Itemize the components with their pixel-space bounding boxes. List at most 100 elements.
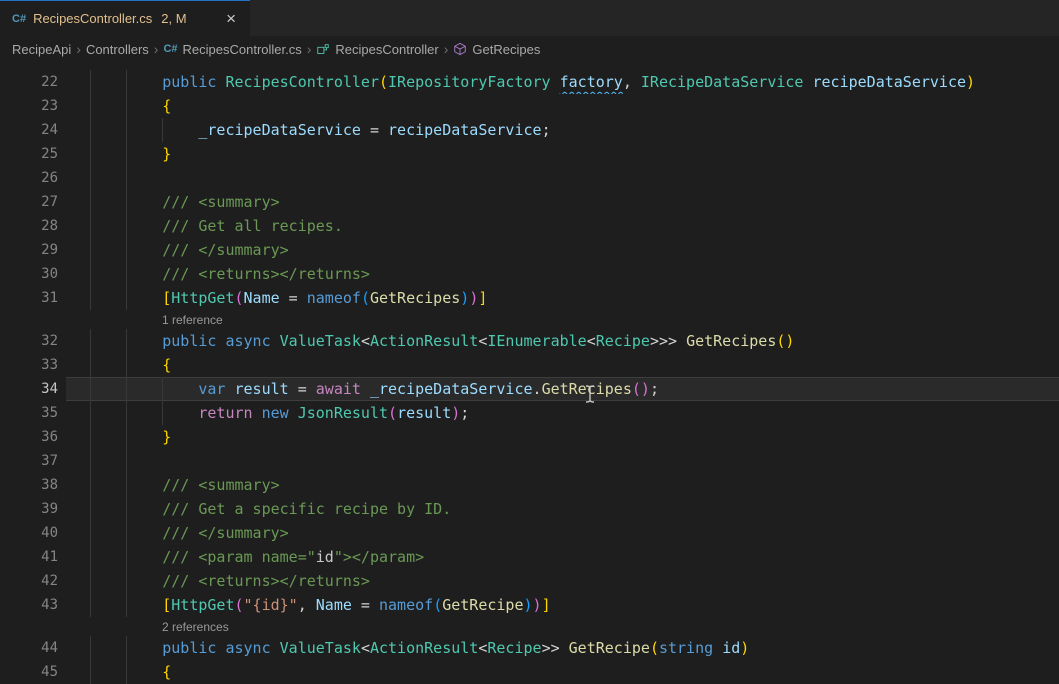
codelens-content: 2 references (66, 617, 1059, 636)
breadcrumb-item-recipescontroller[interactable]: RecipesController (316, 42, 438, 57)
code-line-content[interactable]: /// <returns></returns> (66, 262, 1059, 286)
breadcrumb-item-recipeapi[interactable]: RecipeApi (12, 42, 71, 57)
code-text: [HttpGet("{id}", Name = nameof(GetRecipe… (90, 596, 551, 614)
indent-guide (90, 70, 91, 94)
code-line-content[interactable]: /// </summary> (66, 238, 1059, 262)
tab-recipescontroller-cs[interactable]: C# RecipesController.cs 2, M × (0, 0, 250, 36)
indent-guide (126, 545, 127, 569)
indent-guide (90, 660, 91, 684)
line-number: 42 (0, 569, 66, 593)
code-text: /// Get all recipes. (90, 217, 343, 235)
gutter (0, 310, 66, 329)
code-text: /// <returns></returns> (90, 572, 370, 590)
indent-guide (126, 262, 127, 286)
indent-guide (126, 497, 127, 521)
line-number: 33 (0, 353, 66, 377)
indent-guide (90, 262, 91, 286)
code-line-content[interactable]: /// Get a specific recipe by ID. (66, 497, 1059, 521)
breadcrumb-label: RecipesController.cs (183, 42, 302, 57)
code-line: 42 /// <returns></returns> (0, 569, 1059, 593)
breadcrumb-item-controllers[interactable]: Controllers (86, 42, 149, 57)
codelens-references-link[interactable]: 1 reference (162, 313, 223, 327)
code-line-content[interactable]: } (66, 142, 1059, 166)
code-line-content[interactable]: /// <summary> (66, 473, 1059, 497)
breadcrumb-label: GetRecipes (472, 42, 540, 57)
breadcrumb-item-getrecipes[interactable]: GetRecipes (453, 42, 540, 57)
code-line-content[interactable] (66, 166, 1059, 190)
code-text: /// Get a specific recipe by ID. (90, 500, 451, 518)
code-line: 45 { (0, 660, 1059, 684)
indent-guide (90, 166, 91, 190)
line-number: 35 (0, 401, 66, 425)
codelens-content: 1 reference (66, 310, 1059, 329)
code-line-content[interactable]: { (66, 660, 1059, 684)
code-line: 36 } (0, 425, 1059, 449)
code-line-content[interactable]: { (66, 353, 1059, 377)
code-line-content[interactable]: return new JsonResult(result); (66, 401, 1059, 425)
code-line-content[interactable]: [HttpGet("{id}", Name = nameof(GetRecipe… (66, 593, 1059, 617)
code-line-content[interactable]: _recipeDataService = recipeDataService; (66, 118, 1059, 142)
code-line: 29 /// </summary> (0, 238, 1059, 262)
code-line-content[interactable]: /// Get all recipes. (66, 214, 1059, 238)
code-line: 30 /// <returns></returns> (0, 262, 1059, 286)
line-number: 27 (0, 190, 66, 214)
indent-guide (90, 593, 91, 617)
indent-guide (90, 238, 91, 262)
indent-guide (90, 497, 91, 521)
code-line-content[interactable] (66, 449, 1059, 473)
code-line: 28 /// Get all recipes. (0, 214, 1059, 238)
method-symbol-icon (453, 42, 467, 56)
indent-guide (162, 401, 163, 425)
line-number: 41 (0, 545, 66, 569)
code-line: 33 { (0, 353, 1059, 377)
indent-guide (126, 449, 127, 473)
codelens-row: 2 references (0, 617, 1059, 636)
breadcrumb: RecipeApi›Controllers›C#RecipesControlle… (0, 36, 1059, 62)
code-text: var result = await _recipeDataService.Ge… (90, 380, 659, 398)
code-line-content[interactable]: public RecipesController(IRepositoryFact… (66, 70, 1059, 94)
code-text: } (90, 428, 171, 446)
codelens-references-link[interactable]: 2 references (162, 620, 229, 634)
indent-guide (90, 286, 91, 310)
line-number: 23 (0, 94, 66, 118)
code-text: { (90, 663, 171, 681)
code-text: return new JsonResult(result); (90, 404, 469, 422)
code-line: 22 public RecipesController(IRepositoryF… (0, 70, 1059, 94)
code-line: 23 { (0, 94, 1059, 118)
code-line-content[interactable]: public async ValueTask<ActionResult<IEnu… (66, 329, 1059, 353)
code-line-content[interactable]: /// <returns></returns> (66, 569, 1059, 593)
tab-title: RecipesController.cs (33, 11, 152, 26)
code-line-content[interactable]: public async ValueTask<ActionResult<Reci… (66, 636, 1059, 660)
code-line-content[interactable]: /// </summary> (66, 521, 1059, 545)
indent-guide (126, 569, 127, 593)
indent-guide (126, 473, 127, 497)
csharp-file-icon: C# (163, 43, 177, 55)
indent-guide (126, 166, 127, 190)
indent-guide (126, 636, 127, 660)
chevron-right-icon: › (76, 41, 81, 57)
code-text: /// <summary> (90, 193, 280, 211)
tab-bar: C# RecipesController.cs 2, M × (0, 0, 1059, 36)
code-editor[interactable]: 22 public RecipesController(IRepositoryF… (0, 62, 1059, 684)
indent-guide (162, 118, 163, 142)
indent-guide (126, 286, 127, 310)
indent-guide (126, 190, 127, 214)
code-text: public async ValueTask<ActionResult<IEnu… (90, 332, 794, 350)
code-line-content[interactable]: [HttpGet(Name = nameof(GetRecipes))] (66, 286, 1059, 310)
line-number: 32 (0, 329, 66, 353)
line-number: 29 (0, 238, 66, 262)
breadcrumb-item-recipescontroller-cs[interactable]: C# RecipesController.cs (163, 42, 301, 57)
close-icon[interactable]: × (224, 10, 238, 27)
code-line-content[interactable]: /// <summary> (66, 190, 1059, 214)
line-number: 36 (0, 425, 66, 449)
code-line-content[interactable]: var result = await _recipeDataService.Ge… (66, 377, 1059, 401)
line-number: 25 (0, 142, 66, 166)
indent-guide (90, 521, 91, 545)
code-line: 25 } (0, 142, 1059, 166)
code-line-content[interactable]: } (66, 425, 1059, 449)
code-line-content[interactable]: /// <param name="id"></param> (66, 545, 1059, 569)
indent-guide (90, 377, 91, 401)
code-text: { (90, 356, 171, 374)
line-number: 43 (0, 593, 66, 617)
code-line-content[interactable]: { (66, 94, 1059, 118)
